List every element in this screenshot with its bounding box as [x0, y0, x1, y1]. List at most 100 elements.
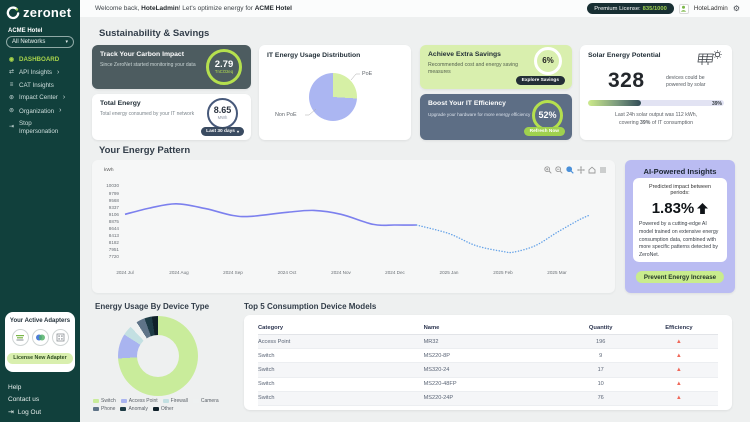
legend-swatch: [163, 399, 169, 404]
cell-quantity: 196: [562, 335, 640, 349]
cell-category: Switch: [258, 363, 424, 377]
cell-category: Switch: [258, 377, 424, 391]
solar-progress-track: [588, 100, 724, 106]
cell-name: MS320-24: [424, 363, 562, 377]
sidebar-item-label: Impact Center: [19, 94, 58, 101]
prevent-energy-increase-button[interactable]: Prevent Energy Increase: [636, 271, 724, 283]
legend-row: Phone Anomaly Other: [93, 406, 219, 412]
sidebar-item-impact-center[interactable]: ⊛ Impact Center ›: [0, 92, 80, 105]
legend-item-firewall[interactable]: Firewall: [163, 398, 188, 404]
refresh-now-label: Refresh Now: [530, 129, 559, 134]
top-bar: Welcome back, HoteLadmin! Let's optimize…: [80, 0, 750, 17]
impact-center-icon: ⊛: [8, 95, 15, 102]
contact-link[interactable]: Contact us: [8, 396, 39, 403]
device-table-card: Category Name Quantity Efficiency Access…: [244, 315, 732, 410]
user-avatar[interactable]: [679, 4, 689, 14]
device-type-legend: Switch Access Point Firewall Camera Phone Ano…: [93, 398, 219, 412]
sidebar-item-label: DASHBOARD: [19, 56, 59, 63]
legend-item-access-point[interactable]: Access Point: [121, 398, 158, 404]
premium-license-badge[interactable]: Premium License: 835/1000: [587, 3, 674, 14]
legend-item-phone[interactable]: Phone: [93, 406, 115, 412]
date-range-button[interactable]: Last 30 days ▾: [201, 127, 244, 136]
efficiency-warning-icon: ▲: [676, 339, 682, 345]
carbon-unit: TnCO2eq: [215, 70, 233, 74]
gear-icon[interactable]: ⚙: [733, 5, 740, 13]
help-link[interactable]: Help: [8, 384, 21, 391]
top-right-cluster: Premium License: 835/1000 HoteLadmin ⚙: [587, 3, 740, 14]
sidebar-item-api-insights[interactable]: ⇄API Insights›: [0, 66, 80, 79]
cell-efficiency: ▲: [640, 363, 718, 377]
solar-progress-fill: [588, 100, 641, 106]
boost-efficiency-card: Boost Your IT Efficiency Upgrade your ha…: [420, 94, 572, 140]
sidebar-item-cat-insights[interactable]: ≡CAT Insights: [0, 79, 80, 91]
sidebar-item-dashboard[interactable]: ◉DASHBOARD: [0, 54, 80, 66]
solar-title: Solar Energy Potential: [588, 52, 661, 59]
network-selector[interactable]: All Networks ▾: [6, 36, 74, 48]
legend-item-camera[interactable]: Camera: [193, 398, 219, 404]
cell-name: MS220-8P: [424, 349, 562, 363]
legend-label: Firewall: [171, 398, 188, 404]
welcome-message: Welcome back, HoteLadmin! Let's optimize…: [95, 5, 292, 12]
carbon-value-ring: 2.79 TnCO2eq: [206, 49, 242, 85]
carbon-card-title: Track Your Carbon Impact: [100, 51, 184, 58]
chevron-down-icon: ▾: [237, 129, 239, 134]
carbon-impact-card: Track Your Carbon Impact Since ZeroNet s…: [92, 45, 251, 89]
extra-savings-title: Achieve Extra Savings: [428, 51, 501, 58]
logo[interactable]: zeronet: [6, 5, 71, 20]
refresh-now-button[interactable]: Refresh Now: [524, 127, 565, 136]
organization-icon: ⊚: [8, 108, 15, 115]
col-efficiency: Efficiency: [640, 321, 718, 335]
zeronet-logo-icon: [6, 6, 20, 20]
legend-item-other[interactable]: Other: [153, 406, 174, 412]
col-category: Category: [258, 321, 424, 335]
cell-category: Access Point: [258, 335, 424, 349]
prevent-energy-increase-label: Prevent Energy Increase: [644, 274, 716, 281]
extra-savings-description: Recommended cost and energy saving measu…: [428, 62, 520, 76]
sidebar-item-organization[interactable]: ⊚Organization›: [0, 105, 80, 118]
adapter-building-logo: [52, 329, 69, 346]
legend-item-anomaly[interactable]: Anomaly: [120, 406, 147, 412]
ai-description: Powered by a cutting-edge AI model train…: [639, 221, 721, 260]
sidebar-item-stop-impersonation[interactable]: ⇥Stop Impersonation: [0, 118, 80, 138]
legend-swatch: [153, 407, 159, 412]
table-row: SwitchMS220-48FP10▲: [258, 377, 718, 391]
cell-efficiency: ▲: [640, 349, 718, 363]
legend-label: Camera: [201, 398, 219, 404]
chevron-right-icon: ›: [63, 94, 65, 102]
cell-efficiency: ▲: [640, 377, 718, 391]
table-row: SwitchMS220-8P9▲: [258, 349, 718, 363]
solar-value-caption: devices could be powered by solar: [666, 75, 710, 89]
pie-leader-lines: [259, 45, 411, 140]
cell-efficiency: ▲: [640, 391, 718, 405]
table-row: Access PointMR32196▲: [258, 335, 718, 349]
logout-link[interactable]: ⇥ Log Out: [8, 408, 41, 416]
chevron-right-icon: ›: [57, 69, 59, 77]
cell-quantity: 10: [562, 377, 640, 391]
sustainability-section-title: Sustainability & Savings: [99, 28, 209, 39]
total-energy-ring: 8.65 MWh: [207, 98, 238, 129]
explore-savings-button[interactable]: Explore Savings: [516, 76, 565, 85]
ai-predicted-label: Predicted impact between periods:: [639, 184, 721, 196]
energy-pattern-chart-card: kWh 100309799956893379106887586448413818…: [92, 160, 615, 293]
device-type-donut: [118, 316, 198, 396]
sidebar-org-label: ACME Hotel: [8, 28, 42, 34]
chevron-right-icon: ›: [59, 107, 61, 115]
boost-value: 52%: [538, 111, 556, 120]
legend-item-switch[interactable]: Switch: [93, 398, 116, 404]
contact-link-label: Contact us: [8, 396, 39, 403]
device-table: Category Name Quantity Efficiency Access…: [258, 321, 718, 406]
sidebar-item-label: Stop Impersonation: [19, 120, 72, 135]
user-name[interactable]: HoteLadmin: [694, 5, 728, 12]
legend-label: Anomaly: [128, 406, 147, 412]
efficiency-warning-icon: ▲: [676, 395, 682, 401]
logout-icon: ⇥: [8, 408, 14, 416]
adapter-logos: [5, 329, 75, 346]
logout-link-label: Log Out: [18, 409, 41, 416]
donut-hole: [137, 335, 179, 377]
arrow-up-icon: [697, 203, 708, 214]
cat-insights-icon: ≡: [8, 82, 15, 89]
solar-footnote-pre: covering: [619, 120, 640, 126]
license-new-adapter-button[interactable]: License New Adapter: [7, 353, 72, 364]
cell-quantity: 76: [562, 391, 640, 405]
user-icon: [680, 5, 687, 12]
